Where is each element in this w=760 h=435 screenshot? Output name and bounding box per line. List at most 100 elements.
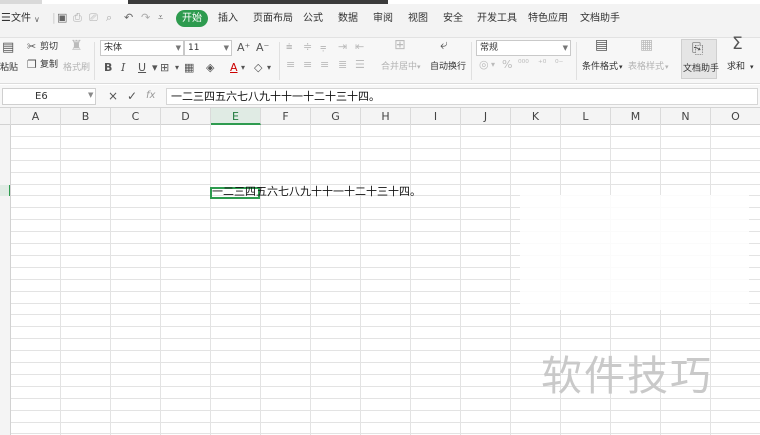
copy-icon[interactable]: ❐ xyxy=(27,58,37,71)
wrap-text-button[interactable]: 自动换行 xyxy=(430,61,466,73)
cell-style-icon[interactable]: ▦ xyxy=(184,61,194,74)
distribute-icon[interactable]: ☰ xyxy=(355,58,365,71)
export-icon[interactable]: ⎙ xyxy=(73,11,82,25)
sum-icon[interactable]: Σ xyxy=(732,36,743,53)
column-header-n[interactable]: N xyxy=(661,108,711,125)
hamburger-menu-icon[interactable]: ☰ xyxy=(1,11,11,24)
italic-button[interactable]: I xyxy=(121,61,125,74)
row-header[interactable] xyxy=(0,185,10,196)
table-style-button[interactable]: 表格样式 xyxy=(628,61,664,73)
indent-icon[interactable]: ⇥ xyxy=(338,40,347,53)
merge-center-icon[interactable]: ⊞ xyxy=(394,38,406,52)
row-header[interactable] xyxy=(0,304,10,315)
wrap-text-icon[interactable]: ⤶ xyxy=(440,38,448,52)
row-header[interactable] xyxy=(0,137,10,148)
double-underline-icon[interactable]: ▾ xyxy=(152,61,158,74)
row-header[interactable] xyxy=(0,173,10,184)
insert-function-icon[interactable]: fx xyxy=(146,88,155,104)
merge-center-button[interactable]: 合并居中 xyxy=(381,61,417,73)
row-header[interactable] xyxy=(0,149,10,160)
redo-icon[interactable]: ↷ xyxy=(141,11,150,25)
column-header-f[interactable]: F xyxy=(261,108,311,125)
decrease-decimal-icon[interactable]: ⁰⁻ xyxy=(555,58,563,71)
increase-decimal-icon[interactable]: ⁺⁰ xyxy=(538,58,546,71)
paste-button[interactable]: 粘贴 xyxy=(0,62,18,74)
font-name-select[interactable]: 宋体 ▼ xyxy=(100,40,184,56)
column-header-h[interactable]: H xyxy=(361,108,411,125)
tab-review[interactable]: 审阅 xyxy=(373,12,393,26)
font-size-select[interactable]: 11 ▼ xyxy=(184,40,232,56)
tab-special-apps[interactable]: 特色应用 xyxy=(528,12,568,26)
column-header-c[interactable]: C xyxy=(111,108,161,125)
tab-doc-helper[interactable]: 文档助手 xyxy=(580,12,620,26)
table-style-icon[interactable]: ▦ xyxy=(640,38,653,52)
format-painter-icon[interactable]: ♜ xyxy=(70,39,83,53)
row-header[interactable] xyxy=(0,125,10,136)
row-header[interactable] xyxy=(0,292,10,303)
row-header[interactable] xyxy=(0,232,10,243)
fill-color-icon[interactable]: ◈ xyxy=(206,61,214,74)
table-style-dropdown-icon[interactable]: ▾ xyxy=(665,61,669,73)
outdent-icon[interactable]: ⇤ xyxy=(355,40,364,53)
tab-start[interactable]: 开始 xyxy=(176,10,208,27)
percent-button[interactable]: % xyxy=(502,58,512,71)
align-bottom-icon[interactable]: ⩦ xyxy=(320,40,326,53)
row-header[interactable] xyxy=(0,315,10,326)
align-top-icon[interactable]: ⩧ xyxy=(286,40,292,53)
chevron-down-icon[interactable]: ▼ xyxy=(88,88,93,103)
conditional-format-button[interactable]: 条件格式 xyxy=(582,61,618,73)
cut-button[interactable]: 剪切 xyxy=(40,41,58,53)
border-dropdown-icon[interactable]: ▾ xyxy=(175,61,179,74)
align-right-icon[interactable]: ≡ xyxy=(320,58,329,71)
row-header[interactable] xyxy=(0,351,10,362)
window-tab-active[interactable] xyxy=(128,0,388,4)
row-header[interactable] xyxy=(0,196,10,207)
number-format-select[interactable]: 常规 ▼ xyxy=(476,40,571,56)
row-header[interactable] xyxy=(0,375,10,386)
row-header[interactable] xyxy=(0,244,10,255)
currency-dropdown-icon[interactable]: ▾ xyxy=(491,58,495,71)
row-header[interactable] xyxy=(0,399,10,410)
column-header-d[interactable]: D xyxy=(161,108,211,125)
name-box[interactable]: E6 xyxy=(2,88,96,105)
row-header[interactable] xyxy=(0,339,10,350)
row-header[interactable] xyxy=(0,363,10,374)
print-preview-icon[interactable]: ⌕ xyxy=(106,11,112,25)
row-header[interactable] xyxy=(0,208,10,219)
row-header[interactable] xyxy=(0,161,10,172)
column-header-l[interactable]: L xyxy=(561,108,611,125)
increase-font-icon[interactable]: A⁺ xyxy=(237,41,250,54)
conditional-format-icon[interactable]: ▤ xyxy=(595,38,608,52)
select-all-corner[interactable] xyxy=(0,108,11,125)
row-header[interactable] xyxy=(0,256,10,267)
column-header-o[interactable]: O xyxy=(711,108,760,125)
thousands-icon[interactable]: ⁰⁰⁰ xyxy=(518,58,529,71)
column-header-m[interactable]: M xyxy=(611,108,661,125)
confirm-icon[interactable]: ✓ xyxy=(127,88,137,104)
clear-dropdown-icon[interactable]: ▾ xyxy=(267,61,271,74)
tab-view[interactable]: 视图 xyxy=(408,12,428,26)
align-middle-icon[interactable]: ≑ xyxy=(303,40,312,53)
row-header[interactable] xyxy=(0,423,10,434)
align-left-icon[interactable]: ≡ xyxy=(286,58,295,71)
tab-developer-tools[interactable]: 开发工具 xyxy=(477,12,517,26)
column-header-i[interactable]: I xyxy=(411,108,461,125)
file-menu[interactable]: 文件 xyxy=(11,12,31,26)
column-header-k[interactable]: K xyxy=(511,108,561,125)
format-painter-button[interactable]: 格式刷 xyxy=(63,62,90,74)
column-header-j[interactable]: J xyxy=(461,108,511,125)
column-header-e[interactable]: E xyxy=(211,108,261,125)
tab-data[interactable]: 数据 xyxy=(338,12,358,26)
tab-insert[interactable]: 插入 xyxy=(218,12,238,26)
underline-button[interactable]: U xyxy=(138,61,146,74)
conditional-dropdown-icon[interactable]: ▾ xyxy=(619,61,623,73)
tab-security[interactable]: 安全 xyxy=(443,12,463,26)
row-header[interactable] xyxy=(0,220,10,231)
save-icon[interactable]: ▣ xyxy=(57,11,67,25)
border-icon[interactable]: ⊞ xyxy=(160,61,169,74)
decrease-font-icon[interactable]: A⁻ xyxy=(256,41,269,54)
print-icon[interactable]: ⎚ xyxy=(89,11,98,25)
font-color-dropdown-icon[interactable]: ▾ xyxy=(241,61,245,74)
window-tab[interactable] xyxy=(0,0,42,4)
row-header[interactable] xyxy=(0,280,10,291)
